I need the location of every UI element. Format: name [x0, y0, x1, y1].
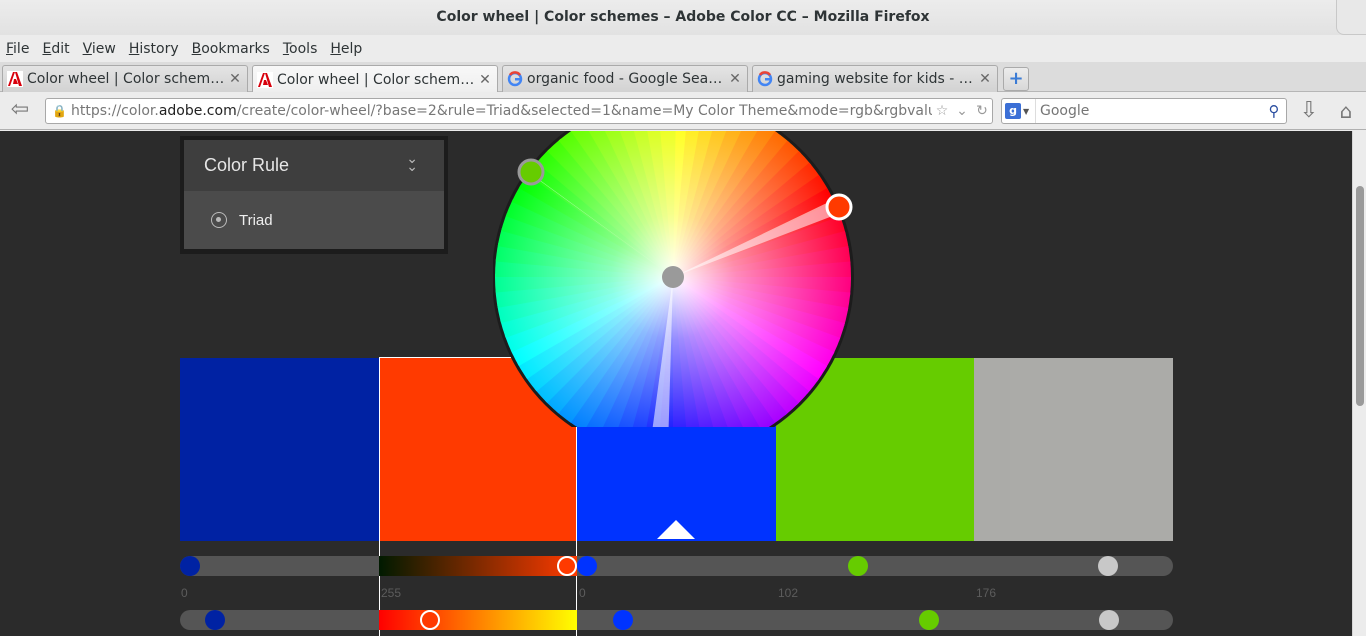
chevron-down-icon: ▼ — [1023, 106, 1030, 116]
swatch-1[interactable] — [180, 358, 379, 541]
back-arrow-icon: ⇦ — [10, 97, 30, 122]
menu-file[interactable]: File — [6, 41, 29, 57]
plus-icon: + — [1008, 68, 1024, 89]
menu-history[interactable]: History — [129, 41, 179, 57]
search-input[interactable] — [1036, 103, 1262, 119]
back-button[interactable]: ⇦ — [6, 98, 34, 124]
slider-knob[interactable] — [1098, 556, 1118, 576]
color-rule-panel: Color Rule ⌄ ⌄ Triad — [180, 136, 448, 254]
download-button[interactable]: ⇩ — [1296, 98, 1322, 124]
tab-organic-food[interactable]: organic food - Google Search ✕ — [502, 65, 748, 92]
titlebar-corner — [1336, 0, 1366, 35]
tab-gaming-website[interactable]: gaming website for kids - Go... ✕ — [752, 65, 998, 92]
swatch-5[interactable] — [974, 358, 1173, 541]
url-text[interactable]: https://color.adobe.com/create/color-whe… — [71, 103, 932, 119]
slider-knob[interactable] — [919, 610, 939, 630]
slider-value: 0 — [579, 586, 586, 600]
scrollbar-thumb[interactable] — [1356, 186, 1364, 406]
adobe-icon — [257, 71, 273, 88]
color-wheel[interactable] — [492, 131, 859, 471]
brightness-slider[interactable] — [180, 556, 1173, 576]
color-rule-title: Color Rule — [204, 155, 290, 175]
home-button[interactable]: ⌂ — [1333, 98, 1359, 124]
menu-help[interactable]: Help — [330, 41, 362, 57]
new-tab-button[interactable]: + — [1003, 67, 1029, 91]
bookmark-star-icon[interactable]: ☆ — [932, 103, 952, 119]
window-titlebar: Color wheel | Color schemes – Adobe Colo… — [0, 0, 1366, 35]
slider-value: 176 — [976, 586, 997, 600]
slider-knob[interactable] — [848, 556, 868, 576]
wheel-center-handle — [662, 266, 684, 288]
tab-color-wheel-2[interactable]: Color wheel | Color scheme... ✕ — [252, 65, 498, 93]
download-icon: ⇩ — [1299, 98, 1319, 123]
slider-value: 0 — [181, 586, 188, 600]
menu-bar: File Edit View History Bookmarks Tools H… — [0, 35, 1366, 62]
google-plus-icon: g — [1005, 103, 1021, 119]
url-bar[interactable]: 🔒 https://color.adobe.com/create/color-w… — [45, 98, 993, 124]
search-icon[interactable]: ⚲ — [1262, 102, 1286, 120]
page-content: Color Rule ⌄ ⌄ Triad 0 255 0 102 176 — [0, 131, 1352, 636]
menu-tools[interactable]: Tools — [283, 41, 318, 57]
close-icon[interactable]: ✕ — [727, 71, 743, 87]
google-icon — [757, 71, 773, 87]
search-engine-selector[interactable]: g ▼ — [1002, 99, 1036, 123]
color-rule-option-triad[interactable]: Triad — [184, 191, 444, 249]
hue-slider[interactable] — [180, 610, 1173, 630]
navigation-bar: ⇦ 🔒 https://color.adobe.com/create/color… — [0, 92, 1366, 130]
tab-label: gaming website for kids - Go... — [777, 71, 977, 87]
slider-knob[interactable] — [1099, 610, 1119, 630]
home-icon: ⌂ — [1339, 99, 1353, 123]
menu-view[interactable]: View — [83, 41, 116, 57]
tab-label: organic food - Google Search — [527, 71, 727, 87]
slider-gradient — [379, 610, 577, 630]
color-rule-option-label: Triad — [239, 211, 273, 229]
search-bar[interactable]: g ▼ ⚲ — [1001, 98, 1287, 124]
menu-edit[interactable]: Edit — [42, 41, 69, 57]
slider-knob[interactable] — [613, 610, 633, 630]
slider-knob[interactable] — [180, 556, 200, 576]
adobe-icon — [7, 71, 23, 87]
close-icon[interactable]: ✕ — [477, 72, 493, 88]
tab-color-wheel-1[interactable]: Color wheel | Color scheme... ✕ — [2, 65, 248, 92]
vertical-scrollbar[interactable] — [1352, 131, 1366, 636]
reload-icon[interactable]: ↻ — [972, 103, 992, 119]
google-icon — [507, 71, 523, 87]
base-color-marker-icon — [657, 520, 695, 539]
double-chevron-down-icon[interactable]: ⌄ ⌄ — [406, 151, 418, 173]
wheel-handle-green — [517, 158, 545, 186]
wheel-handle-orange — [825, 193, 853, 221]
slider-gradient — [379, 556, 577, 576]
menu-bookmarks[interactable]: Bookmarks — [192, 41, 270, 57]
tab-bar: Color wheel | Color scheme... ✕ Color wh… — [0, 62, 1366, 93]
slider-value: 255 — [381, 586, 402, 600]
slider-value: 102 — [778, 586, 799, 600]
dropdown-arrow-icon[interactable]: ⌄ — [952, 103, 972, 119]
close-icon[interactable]: ✕ — [227, 71, 243, 87]
lock-icon: 🔒 — [52, 104, 67, 118]
slider-knob[interactable] — [205, 610, 225, 630]
slider-knob[interactable] — [420, 610, 440, 630]
tab-label: Color wheel | Color scheme... — [27, 71, 227, 87]
slider-knob[interactable] — [577, 556, 597, 576]
radio-icon[interactable] — [211, 212, 227, 228]
close-icon[interactable]: ✕ — [977, 71, 993, 87]
tab-label: Color wheel | Color scheme... — [277, 71, 477, 88]
color-rule-header[interactable]: Color Rule ⌄ ⌄ — [184, 140, 444, 191]
slider-knob[interactable] — [557, 556, 577, 576]
window-title: Color wheel | Color schemes – Adobe Colo… — [436, 9, 930, 25]
